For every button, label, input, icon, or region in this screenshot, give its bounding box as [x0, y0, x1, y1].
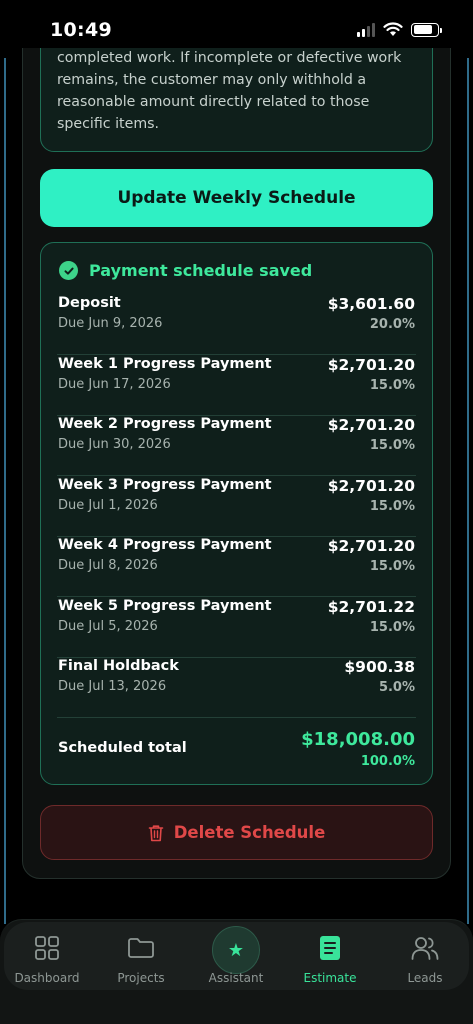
scheduled-total-percent: 100.0%: [360, 754, 415, 769]
signal-icon: [357, 22, 375, 37]
payment-due-date: Due Jun 9, 2026: [58, 316, 163, 331]
status-bar: 10:49: [0, 0, 473, 48]
payment-row: Week 5 Progress Payment Due Jul 5, 2026 …: [57, 598, 416, 658]
payment-schedule-card: Payment schedule saved Deposit Due Jun 9…: [40, 242, 433, 785]
payment-row: Week 1 Progress Payment Due Jun 17, 2026…: [57, 356, 416, 416]
scheduled-total-amount: $18,008.00: [301, 729, 415, 750]
saved-message: Payment schedule saved: [89, 261, 313, 280]
saved-confirmation: Payment schedule saved: [59, 261, 312, 280]
payment-row: Week 3 Progress Payment Due Jul 1, 2026 …: [57, 477, 416, 537]
payment-due-date: Due Jul 5, 2026: [58, 619, 158, 634]
payment-due-date: Due Jun 30, 2026: [58, 437, 171, 452]
scheduled-total-label: Scheduled total: [58, 740, 187, 756]
tab-label: Dashboard: [14, 971, 80, 985]
tab-estimate[interactable]: Estimate: [283, 934, 377, 985]
total-divider: [57, 717, 416, 718]
battery-icon: [411, 22, 442, 37]
payment-due-date: Due Jul 8, 2026: [58, 558, 158, 573]
payment-due-date: Due Jun 17, 2026: [58, 377, 171, 392]
tab-assistant[interactable]: Assistant: [189, 934, 283, 985]
payment-due-date: Due Jul 1, 2026: [58, 498, 158, 513]
payment-percent: 5.0%: [378, 680, 415, 695]
people-icon: [411, 934, 439, 962]
tab-label: Estimate: [303, 971, 357, 985]
payment-percent: 20.0%: [369, 317, 415, 332]
payment-amount: $2,701.20: [327, 477, 415, 495]
payment-amount: $2,701.22: [327, 598, 415, 616]
payment-row: Deposit Due Jun 9, 2026 $3,601.60 20.0%: [57, 295, 416, 355]
payment-amount: $900.38: [344, 658, 415, 676]
payment-title: Week 3 Progress Payment: [58, 477, 272, 493]
update-weekly-schedule-button[interactable]: Update Weekly Schedule: [40, 169, 433, 227]
payment-percent: 15.0%: [369, 559, 415, 574]
payment-percent: 15.0%: [369, 378, 415, 393]
status-time: 10:49: [50, 19, 112, 41]
trash-icon: [148, 824, 164, 842]
payment-percent: 15.0%: [369, 438, 415, 453]
tab-leads[interactable]: Leads: [378, 934, 472, 985]
tab-label: Leads: [407, 971, 443, 985]
payment-title: Week 2 Progress Payment: [58, 416, 272, 432]
payment-due-date: Due Jul 13, 2026: [58, 679, 167, 694]
payment-percent: 15.0%: [369, 499, 415, 514]
payment-title: Week 1 Progress Payment: [58, 356, 272, 372]
tab-label: Assistant: [208, 971, 264, 985]
bottom-tab-bar: Dashboard Projects ★ Assistant Estimate: [0, 919, 473, 1024]
terms-text: completed work. If incomplete or defecti…: [57, 50, 402, 132]
tab-label: Projects: [117, 971, 165, 985]
payment-row: Final Holdback Due Jul 13, 2026 $900.38 …: [57, 658, 416, 718]
check-circle-icon: [59, 261, 78, 280]
tab-dashboard[interactable]: Dashboard: [0, 934, 94, 985]
delete-schedule-label: Delete Schedule: [173, 823, 326, 842]
payment-title: Week 4 Progress Payment: [58, 537, 272, 553]
payment-title: Deposit: [58, 295, 121, 311]
wifi-icon: [383, 22, 403, 36]
delete-schedule-button[interactable]: Delete Schedule: [40, 805, 433, 860]
payment-row: Week 2 Progress Payment Due Jun 30, 2026…: [57, 416, 416, 476]
payment-row: Week 4 Progress Payment Due Jul 8, 2026 …: [57, 537, 416, 597]
tab-projects[interactable]: Projects: [94, 934, 188, 985]
payment-title: Week 5 Progress Payment: [58, 598, 272, 614]
status-icons: [357, 22, 442, 37]
panel-edge-left: [4, 58, 6, 924]
document-icon: [319, 934, 341, 962]
payment-amount: $3,601.60: [327, 295, 415, 313]
payment-amount: $2,701.20: [327, 356, 415, 374]
payment-amount: $2,701.20: [327, 416, 415, 434]
grid-icon: [34, 934, 60, 962]
panel-edge-right: [467, 58, 469, 924]
payment-amount: $2,701.20: [327, 537, 415, 555]
payment-percent: 15.0%: [369, 620, 415, 635]
payment-title: Final Holdback: [58, 658, 179, 674]
folder-icon: [127, 934, 155, 962]
